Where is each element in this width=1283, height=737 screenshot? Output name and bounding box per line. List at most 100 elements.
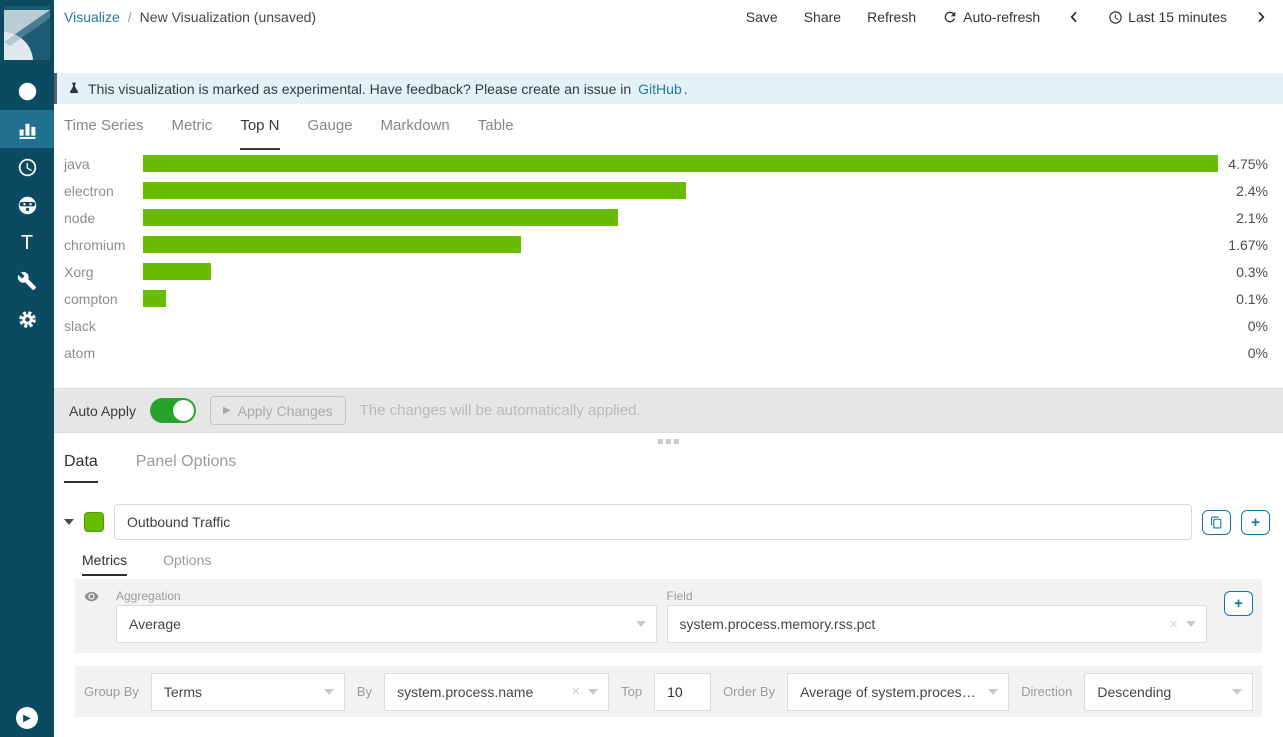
save-button[interactable]: Save [746, 9, 778, 25]
bar-value: 2.4% [1218, 183, 1268, 199]
app-sidebar: T ▶ [0, 0, 54, 737]
bar-label: compton [64, 291, 143, 307]
clear-icon[interactable]: × [1169, 616, 1178, 633]
chart-row: chromium 1.67% [64, 231, 1268, 258]
top-label: Top [621, 684, 642, 699]
share-button[interactable]: Share [804, 9, 841, 25]
tab-panel-options[interactable]: Panel Options [136, 453, 237, 483]
group-by-panel: Group By Terms By system.process.name × … [75, 666, 1262, 717]
face-icon [17, 195, 38, 216]
refresh-button[interactable]: Refresh [867, 9, 916, 25]
bar-label: electron [64, 183, 143, 199]
bar [143, 155, 1218, 172]
github-link[interactable]: GitHub [638, 81, 682, 97]
sidebar-item-discover[interactable] [0, 72, 54, 110]
bar-value: 2.1% [1218, 210, 1268, 226]
bar-track [143, 344, 1218, 361]
add-series-button[interactable]: + [1241, 510, 1270, 535]
auto-refresh-button[interactable]: Auto-refresh [942, 9, 1040, 25]
chart-row: node 2.1% [64, 204, 1268, 231]
play-icon: ▶ [223, 405, 231, 416]
aggregation-select[interactable]: Average [116, 605, 657, 643]
bar [143, 209, 618, 226]
bar-label: chromium [64, 237, 143, 253]
chart-row: electron 2.4% [64, 177, 1268, 204]
breadcrumb-separator: / [128, 9, 132, 25]
tab-gauge[interactable]: Gauge [308, 117, 353, 150]
clone-series-button[interactable] [1202, 510, 1231, 535]
chevron-right-icon [1253, 9, 1269, 25]
group-by-select[interactable]: Terms [151, 673, 345, 711]
bar-label: Xorg [64, 264, 143, 280]
order-by-label: Order By [723, 684, 775, 699]
play-circle-icon: ▶ [23, 713, 31, 724]
time-range-picker[interactable]: Last 15 minutes [1108, 9, 1227, 25]
header-toolbar: Save Share Refresh Auto-refresh [746, 9, 1269, 73]
direction-select[interactable]: Descending [1084, 673, 1253, 711]
bar-track [143, 317, 1218, 334]
kibana-logo[interactable] [0, 0, 54, 66]
toggle-knob [173, 400, 194, 421]
bar [143, 263, 211, 280]
tab-markdown[interactable]: Markdown [381, 117, 450, 150]
tab-metrics[interactable]: Metrics [82, 552, 127, 576]
chevron-down-icon [324, 689, 334, 695]
bar-chart-icon [17, 119, 38, 140]
series-color-swatch[interactable] [84, 512, 104, 532]
auto-apply-toggle[interactable] [150, 398, 196, 423]
bar-track [143, 155, 1218, 172]
tab-time-series[interactable]: Time Series [64, 117, 143, 150]
bar-value: 0% [1218, 318, 1268, 334]
order-by-value: Average of system.process... [800, 684, 980, 700]
editor-tabs: Data Panel Options [54, 453, 1283, 483]
apply-changes-label: Apply Changes [238, 403, 333, 419]
experimental-banner-period: . [684, 81, 688, 97]
time-range-label: Last 15 minutes [1128, 9, 1227, 25]
field-value: system.process.memory.rss.pct [680, 616, 1162, 632]
sidebar-item-visualize[interactable] [0, 110, 54, 148]
apply-changes-button[interactable]: ▶ Apply Changes [210, 396, 346, 425]
sidebar-item-management[interactable] [0, 300, 54, 338]
tab-top-n[interactable]: Top N [240, 117, 279, 150]
tab-options[interactable]: Options [163, 552, 211, 576]
bar-label: node [64, 210, 143, 226]
by-field-select[interactable]: system.process.name × [384, 673, 609, 711]
gear-icon [17, 309, 38, 330]
series-name-input[interactable] [114, 504, 1192, 540]
top-n-chart: java 4.75% electron 2.4% node 2.1% chrom… [54, 150, 1283, 366]
chevron-left-icon [1066, 9, 1082, 25]
series-collapse-caret-icon[interactable] [64, 519, 74, 525]
bar-value: 0% [1218, 345, 1268, 361]
breadcrumb-visualize-link[interactable]: Visualize [64, 9, 120, 25]
kibana-tsvb-page: T ▶ Visualize / [0, 0, 1283, 737]
sidebar-item-timelion[interactable] [0, 148, 54, 186]
plus-icon: + [1234, 595, 1243, 612]
breadcrumb-current: New Visualization (unsaved) [140, 9, 316, 25]
bar-track [143, 209, 1218, 226]
panel-resize-handle[interactable] [54, 437, 1283, 445]
bar-value: 4.75% [1218, 156, 1268, 172]
sidebar-item-t-plugin[interactable]: T [0, 224, 54, 262]
clock-small-icon [1108, 10, 1123, 25]
tab-metric[interactable]: Metric [171, 117, 212, 150]
tab-table[interactable]: Table [478, 117, 514, 150]
field-select[interactable]: system.process.memory.rss.pct × [667, 605, 1208, 643]
chevron-down-icon [1186, 621, 1196, 627]
sidebar-item-monitoring[interactable] [0, 186, 54, 224]
collapse-nav-button[interactable]: ▶ [16, 707, 38, 729]
auto-apply-note: The changes will be automatically applie… [360, 402, 641, 419]
tab-data[interactable]: Data [64, 453, 98, 483]
chart-row: Xorg 0.3% [64, 258, 1268, 285]
order-by-select[interactable]: Average of system.process... [787, 673, 1009, 711]
bar-track [143, 182, 1218, 199]
sidebar-item-dev-tools[interactable] [0, 262, 54, 300]
bar-track [143, 290, 1218, 307]
toggle-visibility-button[interactable] [84, 587, 106, 605]
time-back-button[interactable] [1066, 9, 1082, 25]
time-forward-button[interactable] [1253, 9, 1269, 25]
clear-icon[interactable]: × [571, 683, 580, 700]
chevron-down-icon [588, 689, 598, 695]
top-n-input[interactable] [654, 673, 711, 711]
add-metric-button[interactable]: + [1224, 591, 1253, 616]
chart-row: compton 0.1% [64, 285, 1268, 312]
